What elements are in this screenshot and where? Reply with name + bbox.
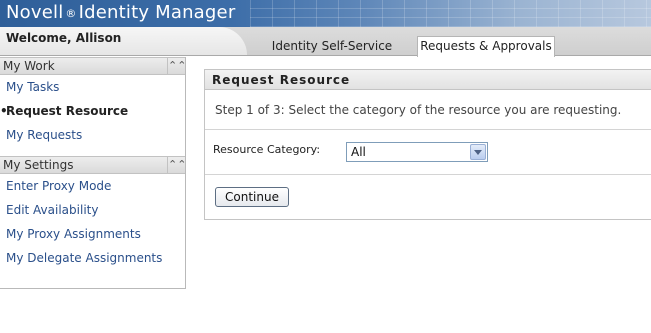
welcome-text: Welcome, Allison: [0, 27, 247, 55]
sidebar-item-my-tasks[interactable]: My Tasks: [0, 75, 185, 99]
brand-product: Identity Manager: [78, 2, 236, 23]
my-settings-header: My Settings ⌃⌃: [0, 156, 186, 174]
sidebar-item-my-delegate-assignments[interactable]: My Delegate Assignments: [0, 246, 185, 270]
page-title: Request Resource: [205, 70, 651, 90]
resource-category-value: All: [351, 145, 366, 159]
brand-name: Novell: [6, 2, 64, 23]
sidebar-item-enter-proxy-mode[interactable]: Enter Proxy Mode: [0, 174, 185, 198]
step-instructions: Step 1 of 3: Select the category of the …: [205, 90, 651, 130]
my-work-header: My Work ⌃⌃: [0, 57, 186, 75]
sidebar-item-label: Request Resource: [6, 104, 129, 118]
header-banner: Novell ® Identity Manager: [0, 0, 651, 27]
chevron-down-icon[interactable]: [470, 144, 486, 160]
continue-button[interactable]: Continue: [215, 187, 289, 207]
collapse-icon[interactable]: ⌃⌃: [167, 157, 186, 173]
my-work-title: My Work: [3, 59, 55, 73]
sidebar-item-edit-availability[interactable]: Edit Availability: [0, 198, 185, 222]
tab-identity-self-service[interactable]: Identity Self-Service: [252, 36, 412, 56]
collapse-icon[interactable]: ⌃⌃: [167, 58, 186, 74]
sidebar-item-my-proxy-assignments[interactable]: My Proxy Assignments: [0, 222, 185, 246]
app-logo: Novell ® Identity Manager: [6, 2, 235, 23]
my-settings-title: My Settings: [3, 158, 74, 172]
banner-pattern: [250, 0, 651, 27]
header-tabs-row: Welcome, Allison Identity Self-Service R…: [0, 27, 651, 57]
resource-category-row: Resource Category: All: [205, 130, 651, 175]
sidebar: My Work ⌃⌃ My Tasks •Request Resource My…: [0, 57, 186, 289]
sidebar-item-my-requests[interactable]: My Requests: [0, 123, 185, 147]
sidebar-item-request-resource[interactable]: •Request Resource: [0, 99, 185, 123]
registered-mark: ®: [65, 6, 77, 20]
resource-category-label: Resource Category:: [213, 143, 321, 156]
tab-requests-approvals[interactable]: Requests & Approvals: [417, 36, 555, 57]
resource-category-select[interactable]: All: [346, 142, 488, 162]
request-resource-panel: Request Resource Step 1 of 3: Select the…: [204, 69, 651, 220]
